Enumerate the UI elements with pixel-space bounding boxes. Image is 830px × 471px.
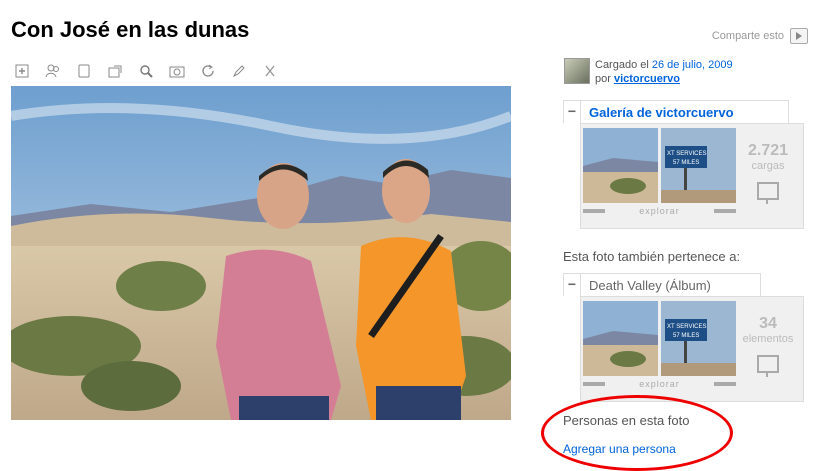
prev-arrow-icon[interactable]	[583, 209, 605, 213]
album-unit: elementos	[742, 333, 794, 345]
add-note-icon[interactable]	[10, 60, 34, 82]
photo-toolbar	[10, 60, 282, 82]
gallery-unit: cargas	[751, 160, 785, 172]
delete-icon[interactable]	[258, 60, 282, 82]
rotate-icon[interactable]	[196, 60, 220, 82]
by-label: por	[595, 73, 611, 85]
album-header: − Death Valley (Álbum)	[563, 273, 761, 296]
slideshow-icon[interactable]	[757, 182, 779, 204]
album-explore-link[interactable]: explorar	[639, 379, 680, 389]
uploader-info: Cargado el 26 de julio, 2009 por victorc…	[564, 58, 733, 86]
album-panel: XT SERVICES 57 MILES explorar 34 elemento…	[580, 296, 804, 402]
share-label: Comparte esto	[711, 30, 784, 42]
send-icon[interactable]	[103, 60, 127, 82]
main-photo[interactable]	[11, 86, 511, 420]
gallery-sign-text-1: XT SERVICES	[667, 151, 706, 157]
album-stats: 34 elementos	[739, 315, 797, 377]
edit-icon[interactable]	[227, 60, 251, 82]
collapse-album-button[interactable]: −	[564, 274, 581, 296]
album-title[interactable]: Death Valley (Álbum)	[581, 278, 719, 293]
user-link[interactable]: victorcuervo	[614, 73, 680, 85]
gallery-count: 2.721	[747, 142, 789, 159]
gallery-title-link[interactable]: Galería de victorcuervo	[581, 105, 742, 120]
page-title: Con José en las dunas	[11, 17, 250, 42]
upload-date-link[interactable]: 26 de julio, 2009	[652, 59, 733, 71]
gallery-thumb-prev[interactable]	[583, 128, 658, 203]
gallery-sign-text-2: 57 MILES	[673, 160, 699, 166]
gallery-panel: XT SERVICES 57 MILES explorar 2.721 carga…	[580, 123, 804, 229]
album-count: 34	[759, 315, 777, 332]
album-thumb-next[interactable]: XT SERVICES 57 MILES	[661, 301, 736, 376]
gallery-stats: 2.721 cargas	[739, 142, 797, 204]
photo-icon[interactable]	[165, 60, 189, 82]
also-belongs-label: Esta foto también pertenece a:	[563, 249, 741, 264]
share-button[interactable]: Comparte esto	[712, 28, 808, 44]
album-thumb-prev[interactable]	[583, 301, 658, 376]
album-next-arrow-icon[interactable]	[713, 382, 736, 386]
highlight-circle	[541, 395, 733, 471]
next-arrow-icon[interactable]	[713, 209, 736, 213]
share-icon	[790, 28, 808, 44]
gallery-header: − Galería de victorcuervo	[563, 100, 789, 123]
frame-icon[interactable]	[72, 60, 96, 82]
collapse-gallery-button[interactable]: −	[564, 101, 581, 123]
people-icon[interactable]	[41, 60, 65, 82]
album-sign-text-2: 57 MILES	[673, 333, 699, 339]
gallery-explore-link[interactable]: explorar	[639, 206, 680, 216]
album-sign-text-1: XT SERVICES	[667, 324, 706, 330]
uploaded-prefix: Cargado el	[595, 59, 649, 71]
zoom-icon[interactable]	[134, 60, 158, 82]
album-slideshow-icon[interactable]	[757, 355, 779, 377]
album-prev-arrow-icon[interactable]	[583, 382, 605, 386]
avatar[interactable]	[564, 58, 590, 84]
gallery-thumb-next[interactable]: XT SERVICES 57 MILES	[661, 128, 736, 203]
